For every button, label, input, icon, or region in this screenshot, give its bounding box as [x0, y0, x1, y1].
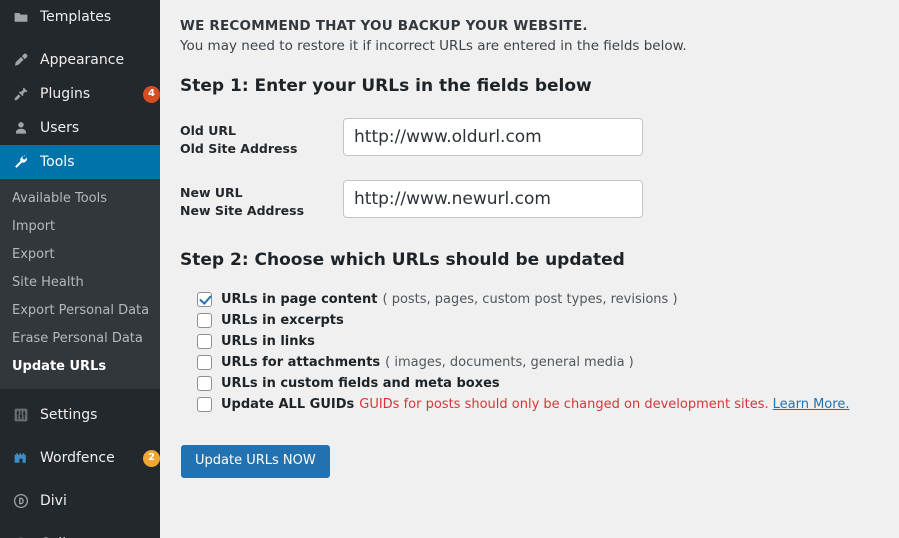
sidebar-item-appearance[interactable]: Appearance [0, 43, 160, 77]
new-url-field-row: New URL New Site Address [180, 180, 879, 220]
urls-in-custom-fields-checkbox[interactable] [197, 376, 212, 391]
sidebar-item-divi[interactable]: Divi [0, 484, 160, 518]
backup-notice-heading: WE RECOMMEND THAT YOU BACKUP YOUR WEBSIT… [180, 18, 588, 34]
old-url-input[interactable] [343, 118, 643, 156]
wordfence-castle-icon [10, 450, 32, 466]
submenu-item-available-tools[interactable]: Available Tools [0, 185, 160, 213]
submenu-item-erase-personal-data[interactable]: Erase Personal Data [0, 325, 160, 353]
wordfence-alert-badge: 2 [143, 449, 160, 467]
sidebar-item-tools[interactable]: Tools [0, 145, 168, 179]
sidebar-item-label: Appearance [40, 52, 125, 68]
submit-area: Update URLs NOW [181, 445, 879, 478]
checkbox-row-excerpts[interactable]: URLs in excerpts [197, 310, 879, 331]
checkbox-row-custom-fields[interactable]: URLs in custom fields and meta boxes [197, 373, 879, 394]
update-urls-now-button[interactable]: Update URLs NOW [181, 445, 330, 478]
sidebar-divider-5 [0, 518, 160, 527]
wordpress-admin-screen: Templates Appearance Plugins 4 Users Too… [0, 0, 899, 538]
sidebar-divider-4 [0, 475, 160, 484]
new-url-label: New URL New Site Address [180, 180, 343, 220]
settings-sliders-icon [10, 407, 32, 423]
appearance-brush-icon [10, 52, 32, 68]
checkbox-label: URLs in page content [221, 292, 378, 307]
sidebar-item-plugins[interactable]: Plugins 4 [0, 77, 160, 111]
checkbox-row-links[interactable]: URLs in links [197, 331, 879, 352]
sidebar-item-label: Templates [40, 9, 112, 25]
update-all-guids-checkbox[interactable] [197, 397, 212, 412]
urls-in-links-checkbox[interactable] [197, 334, 212, 349]
templates-folder-icon [10, 9, 32, 25]
urls-in-page-content-checkbox[interactable] [197, 292, 212, 307]
sidebar-item-settings[interactable]: Settings [0, 398, 160, 432]
old-url-field-row: Old URL Old Site Address [180, 118, 879, 158]
checkbox-label: Update ALL GUIDs [221, 397, 355, 412]
sidebar-item-users[interactable]: Users [0, 111, 160, 145]
checkbox-label: URLs in excerpts [221, 313, 344, 328]
sidebar-divider-1 [0, 34, 160, 43]
checkbox-label: URLs in custom fields and meta boxes [221, 376, 500, 391]
checkbox-row-attachments[interactable]: URLs for attachments ( images, documents… [197, 352, 879, 373]
sidebar-item-templates[interactable]: Templates [0, 0, 160, 34]
sidebar-item-label: Plugins [40, 86, 91, 102]
tools-submenu: Available Tools Import Export Site Healt… [0, 179, 160, 389]
checkbox-note: ( images, documents, general media ) [385, 355, 634, 370]
update-urls-panel: WE RECOMMEND THAT YOU BACKUP YOUR WEBSIT… [160, 0, 899, 478]
submenu-item-import[interactable]: Import [0, 213, 160, 241]
checkbox-row-page-content[interactable]: URLs in page content ( posts, pages, cus… [197, 289, 879, 310]
submenu-item-export-personal-data[interactable]: Export Personal Data [0, 297, 160, 325]
sidebar-item-label: Tools [40, 154, 75, 170]
sidebar-item-label: Settings [40, 407, 98, 423]
tools-wrench-icon [10, 154, 32, 170]
old-url-label: Old URL Old Site Address [180, 118, 343, 158]
checkbox-label: URLs for attachments [221, 355, 381, 370]
old-url-label-line2: Old Site Address [180, 141, 298, 156]
sidebar-divider-2 [0, 389, 160, 398]
url-type-checkbox-list: URLs in page content ( posts, pages, cus… [197, 289, 879, 415]
checkbox-row-all-guids[interactable]: Update ALL GUIDs GUIDs for posts should … [197, 394, 879, 415]
plugins-update-badge: 4 [143, 85, 160, 103]
sidebar-item-label: Users [40, 120, 80, 136]
divi-circle-d-icon [10, 493, 32, 509]
urls-in-excerpts-checkbox[interactable] [197, 313, 212, 328]
submenu-item-update-urls[interactable]: Update URLs [0, 353, 160, 381]
checkbox-label: URLs in links [221, 334, 315, 349]
collapse-menu-button[interactable]: Collapse menu [0, 527, 160, 538]
users-person-icon [10, 120, 32, 136]
backup-notice-text: You may need to restore it if incorrect … [180, 38, 687, 54]
guid-warning-text: GUIDs for posts should only be changed o… [359, 397, 769, 412]
old-url-label-line1: Old URL [180, 123, 236, 138]
step2-heading: Step 2: Choose which URLs should be upda… [180, 250, 625, 270]
sidebar-divider-3 [0, 432, 160, 441]
new-url-input[interactable] [343, 180, 643, 218]
new-url-label-line1: New URL [180, 185, 243, 200]
checkbox-note: ( posts, pages, custom post types, revis… [382, 292, 678, 307]
submenu-item-export[interactable]: Export [0, 241, 160, 269]
admin-sidebar: Templates Appearance Plugins 4 Users Too… [0, 0, 168, 538]
plugins-plug-icon [10, 86, 32, 102]
main-content: WE RECOMMEND THAT YOU BACKUP YOUR WEBSIT… [160, 0, 899, 538]
urls-for-attachments-checkbox[interactable] [197, 355, 212, 370]
learn-more-link[interactable]: Learn More. [773, 397, 850, 412]
step1-heading: Step 1: Enter your URLs in the fields be… [180, 76, 592, 96]
sidebar-item-wordfence[interactable]: Wordfence 2 [0, 441, 160, 475]
sidebar-item-label: Divi [40, 493, 67, 509]
new-url-label-line2: New Site Address [180, 203, 305, 218]
sidebar-item-label: Wordfence [40, 450, 115, 466]
submenu-item-site-health[interactable]: Site Health [0, 269, 160, 297]
